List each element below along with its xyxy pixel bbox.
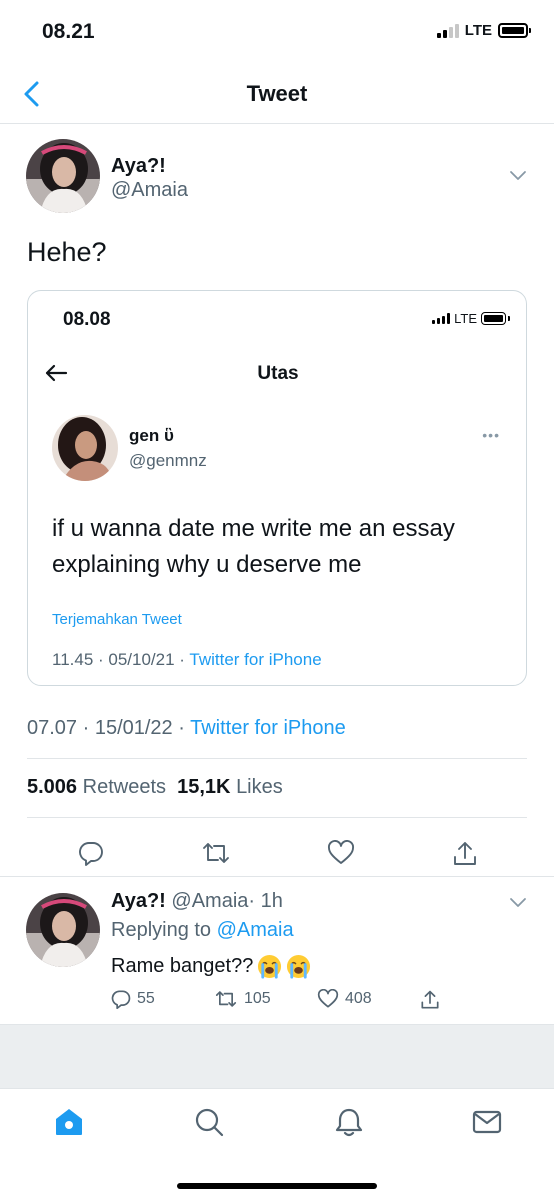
reply-like-button[interactable]: 408 xyxy=(317,989,372,1009)
battery-icon xyxy=(498,23,531,38)
nav-bar: Tweet xyxy=(0,66,554,124)
loudly-crying-face-icon xyxy=(287,954,311,979)
share-button[interactable] xyxy=(452,840,478,873)
author-handle[interactable]: @Amaia xyxy=(111,179,188,202)
home-indicator[interactable] xyxy=(177,1183,377,1189)
tweet-text: Hehe? xyxy=(27,237,107,267)
reply-tweet[interactable]: Aya?! @Amaia· 1h Replying to @Amaia Rame… xyxy=(0,877,554,1025)
reply-text-row: Rame banget?? xyxy=(111,954,311,979)
page-title: Tweet xyxy=(246,81,308,106)
divider xyxy=(27,758,527,759)
notifications-bell-icon xyxy=(335,1108,363,1137)
status-bar: 08.21 LTE xyxy=(0,0,554,66)
screenshot-translate-link: Terjemahkan Tweet xyxy=(52,611,182,628)
reply-retweet-button[interactable]: 105 xyxy=(214,989,271,1009)
screenshot-tweet-text: if u wanna date me write me an essay exp… xyxy=(52,515,455,578)
reply-author-name[interactable]: Aya?! xyxy=(111,890,166,912)
reply-reply-button[interactable]: 55 xyxy=(111,989,155,1009)
tweet-actions xyxy=(0,832,554,878)
reply-author-avatar[interactable] xyxy=(26,893,100,967)
tweet-options-button[interactable] xyxy=(508,168,528,187)
screenshot-status-time: 08.08 xyxy=(63,309,111,330)
screenshot-author-name: gen ὓ xyxy=(129,426,174,445)
reply-replies-count: 55 xyxy=(137,990,155,1007)
messages-mail-icon xyxy=(472,1110,502,1134)
reply-time: · 1h xyxy=(248,890,283,912)
heart-icon xyxy=(317,989,339,1008)
reply-author-handle[interactable]: @Amaia xyxy=(171,890,248,912)
tweet-media-screenshot[interactable]: 08.08 LTE Utas gen ὓ @genmnz ••• if u wa… xyxy=(27,290,527,686)
replying-to: Replying to @Amaia xyxy=(111,919,294,942)
tab-home[interactable] xyxy=(53,1106,85,1138)
network-label: LTE xyxy=(464,22,492,39)
heart-icon xyxy=(328,840,354,864)
screenshot-author-avatar xyxy=(52,415,118,481)
likes-label[interactable]: Likes xyxy=(236,776,283,798)
reply-text: Rame banget?? xyxy=(111,955,254,977)
empty-feed-area xyxy=(0,1024,554,1088)
reply-retweets-count: 105 xyxy=(244,990,271,1007)
reply-header: Aya?! @Amaia· 1h xyxy=(111,890,283,913)
home-icon xyxy=(56,1109,82,1135)
share-icon xyxy=(421,990,439,1009)
tweet-stats: 5.006 Retweets 15,1K Likes xyxy=(27,776,283,799)
search-icon xyxy=(195,1108,224,1137)
reply-button[interactable] xyxy=(78,840,104,871)
battery-icon xyxy=(481,312,510,325)
author-name[interactable]: Aya?! xyxy=(111,155,166,178)
divider xyxy=(27,817,527,818)
retweet-icon xyxy=(215,991,237,1007)
retweets-label[interactable]: Retweets xyxy=(83,776,166,798)
screenshot-network-label: LTE xyxy=(454,311,477,326)
share-icon xyxy=(454,842,476,865)
screenshot-status-indicators: LTE xyxy=(432,311,510,326)
screenshot-author-handle: @genmnz xyxy=(129,451,207,470)
reply-icon xyxy=(79,842,103,866)
signal-icon xyxy=(432,313,451,324)
screenshot-tweet-meta: 11.45 · 05/10/21 · Twitter for iPhone xyxy=(52,650,322,670)
screenshot-timestamp: 11.45 · 05/10/21 · xyxy=(52,650,190,669)
author-avatar[interactable] xyxy=(26,139,100,213)
retweet-icon xyxy=(203,843,229,863)
more-options-icon: ••• xyxy=(482,427,500,443)
replying-to-handle[interactable]: @Amaia xyxy=(217,919,294,941)
like-button[interactable] xyxy=(327,840,355,871)
replying-to-prefix: Replying to xyxy=(111,919,217,941)
tab-search[interactable] xyxy=(193,1106,225,1138)
tweet-timestamp: 07.07 · 15/01/22 · xyxy=(27,717,191,739)
status-indicators: LTE xyxy=(436,22,531,39)
reply-options-button[interactable] xyxy=(508,895,528,914)
status-time: 08.21 xyxy=(42,20,95,43)
tweet-meta: 07.07 · 15/01/22 · Twitter for iPhone xyxy=(27,717,346,740)
likes-count[interactable]: 15,1K xyxy=(177,776,230,798)
tab-messages[interactable] xyxy=(471,1106,503,1138)
reply-actions: 55 105 408 xyxy=(111,989,451,1017)
screenshot-title: Utas xyxy=(257,363,299,384)
screenshot-source: Twitter for iPhone xyxy=(189,650,322,669)
chevron-down-icon xyxy=(510,898,526,907)
loudly-crying-face-icon xyxy=(258,954,282,979)
tweet-source-link[interactable]: Twitter for iPhone xyxy=(190,717,346,739)
retweet-button[interactable] xyxy=(201,840,231,871)
reply-likes-count: 408 xyxy=(345,990,372,1007)
chevron-down-icon xyxy=(510,171,526,180)
reply-icon xyxy=(111,990,131,1009)
tab-notifications[interactable] xyxy=(333,1106,365,1138)
reply-share-button[interactable] xyxy=(420,989,440,1011)
signal-icon xyxy=(436,23,459,38)
retweets-count[interactable]: 5.006 xyxy=(27,776,77,798)
